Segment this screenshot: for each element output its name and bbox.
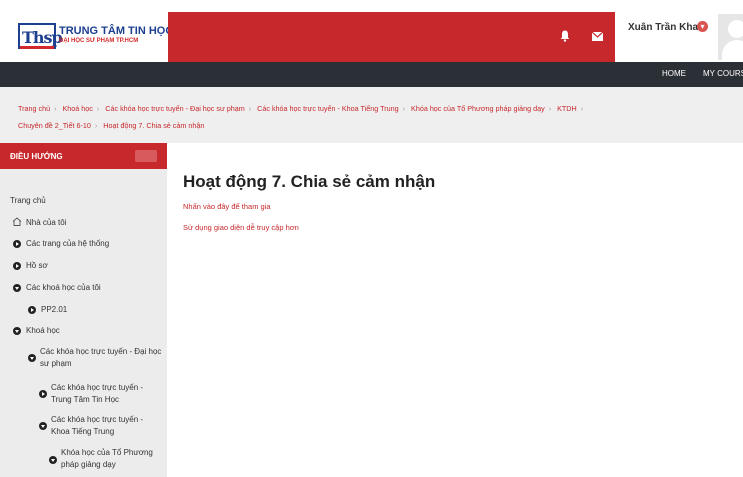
join-link[interactable]: Nhấn vào đây để tham gia [183, 202, 271, 211]
breadcrumb-item[interactable]: Chuyên đề 2_Tiết 6-10 [18, 121, 91, 130]
sidebar-header: ĐIỀU HƯỚNG [0, 143, 167, 169]
user-menu-caret-icon[interactable]: ▾ [697, 21, 708, 32]
nav-my-courses[interactable]: MY COURSES [703, 69, 743, 78]
header-red-bar [168, 12, 615, 62]
accessibility-link[interactable]: Sử dụng giao diện dễ truy cập hơn [183, 223, 299, 232]
sidebar-item-courses[interactable]: Khoá học [26, 326, 60, 335]
chevron-right-icon[interactable] [39, 390, 47, 398]
site-header: Thsp TRUNG TÂM TIN HỌC ĐẠI HỌC SƯ PHẠM T… [0, 0, 743, 62]
breadcrumb-item[interactable]: Các khóa học trực tuyến - Đại học sư phạ… [105, 104, 244, 113]
bell-icon[interactable] [560, 30, 570, 42]
chevron-down-icon[interactable] [49, 456, 57, 464]
breadcrumb: Trang chủ › Khoá học › Các khóa học trực t… [0, 87, 743, 143]
chevron-right-icon[interactable] [13, 240, 21, 248]
breadcrumb-item[interactable]: Khóa học của Tổ Phương pháp giảng dạy [411, 104, 545, 113]
chevron-down-icon[interactable] [13, 284, 21, 292]
chevron-right-icon[interactable] [28, 306, 36, 314]
breadcrumb-current[interactable]: Hoạt động 7. Chia sẻ cảm nhận [103, 121, 204, 130]
sidebar-item-pp201[interactable]: PP2.01 [41, 305, 67, 314]
chevron-down-icon[interactable] [28, 354, 36, 362]
sidebar-item-my-courses[interactable]: Các khoá học của tôi [26, 283, 101, 292]
nav-home[interactable]: HOME [662, 69, 686, 78]
sidebar-collapse-button[interactable] [135, 150, 157, 162]
site-logo[interactable]: Thsp TRUNG TÂM TIN HỌC ĐẠI HỌC SƯ PHẠM T… [0, 10, 173, 60]
sidebar-item-course-category[interactable]: Các khóa học trực tuyến - Trung Tâm Tin … [51, 382, 163, 406]
breadcrumb-item[interactable]: Trang chủ [18, 104, 50, 113]
navigation-sidebar: ĐIỀU HƯỚNG Trang chủ Nhà của tôi Các tra… [0, 143, 167, 477]
sidebar-item-dashboard[interactable]: Nhà của tôi [26, 218, 66, 227]
sidebar-item-course-category[interactable]: Khóa học của Tổ Phương pháp giảng dạy [61, 447, 163, 471]
sidebar-heading: ĐIỀU HƯỚNG [10, 152, 63, 161]
breadcrumb-item[interactable]: Khoá học [63, 104, 93, 113]
user-name[interactable]: Xuân Trần Khai [628, 22, 701, 33]
sidebar-item-course-category[interactable]: Các khóa học trực tuyến - Khoa Tiếng Tru… [51, 414, 163, 438]
sidebar-item-course-category[interactable]: Các khóa học trực tuyến - Đại học sư phạ… [40, 346, 162, 370]
breadcrumb-item[interactable]: Các khóa học trực tuyến - Khoa Tiếng Tru… [257, 104, 398, 113]
house-icon [12, 217, 22, 226]
chevron-right-icon[interactable] [13, 262, 21, 270]
avatar[interactable] [718, 14, 743, 60]
mail-icon[interactable] [592, 32, 603, 41]
logo-title: TRUNG TÂM TIN HỌC [59, 25, 174, 37]
chevron-down-icon[interactable] [13, 327, 21, 335]
page-title: Hoạt động 7. Chia sẻ cảm nhận [183, 172, 436, 191]
logo-subtitle: ĐẠI HỌC SƯ PHẠM TP.HCM [59, 38, 139, 44]
sidebar-item-profile[interactable]: Hồ sơ [26, 261, 48, 270]
chevron-down-icon[interactable] [39, 422, 47, 430]
top-navbar: HOME MY COURSES [0, 62, 743, 87]
sidebar-item-site-pages[interactable]: Các trang của hệ thống [26, 239, 109, 248]
sidebar-item-home[interactable]: Trang chủ [10, 196, 46, 205]
logo-mark: Thsp [18, 23, 63, 49]
breadcrumb-item[interactable]: KTDH [557, 104, 577, 113]
